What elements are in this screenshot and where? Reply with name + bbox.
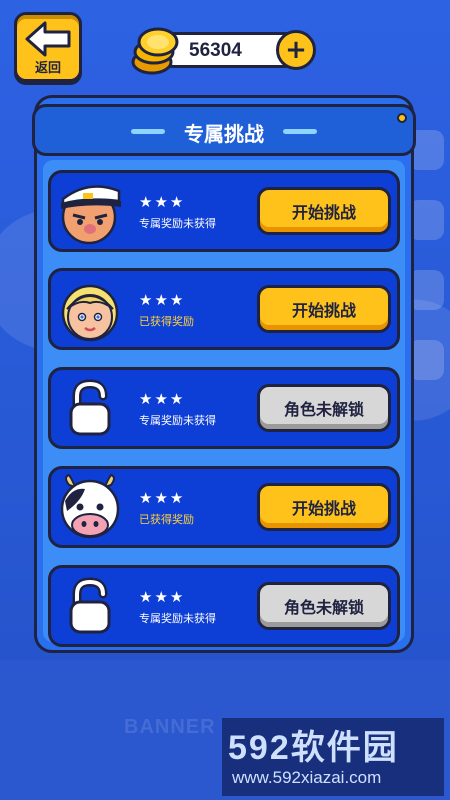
lock-icon [69, 577, 111, 634]
reward-status: 已获得奖励 [139, 513, 194, 526]
site-watermark: 592软件园 www.592xiazai.com [222, 718, 444, 796]
challenge-row: ★★★ 已获得奖励 开始挑战 [48, 466, 400, 548]
reward-status: 专属奖励未获得 [139, 612, 216, 625]
star-rating: ★★★ [139, 193, 186, 211]
back-button[interactable]: 返回 [14, 12, 82, 82]
challenge-row: ★★★ 专属奖励未获得 角色未解锁 [48, 565, 400, 647]
character-locked-button[interactable]: 角色未解锁 [257, 384, 391, 432]
banner-placeholder: BANNER [124, 716, 216, 738]
title-dot [397, 113, 407, 123]
start-challenge-button[interactable]: 开始挑战 [257, 187, 391, 235]
challenge-row: ★★★ 专属奖励未获得 开始挑战 [48, 170, 400, 252]
title-decoration-right [283, 129, 317, 134]
start-challenge-button[interactable]: 开始挑战 [257, 285, 391, 333]
star-rating: ★★★ [139, 390, 186, 408]
sailor-avatar-icon [61, 185, 121, 245]
coin-stack-icon [131, 27, 179, 75]
add-coins-button[interactable]: + [276, 30, 316, 70]
reward-status: 专属奖励未获得 [139, 414, 216, 427]
character-locked-button[interactable]: 角色未解锁 [257, 582, 391, 630]
reward-status: 专属奖励未获得 [139, 217, 216, 230]
panel-title-bar: 专属挑战 [32, 104, 416, 156]
back-label: 返回 [34, 61, 61, 76]
star-rating: ★★★ [139, 489, 186, 507]
star-rating: ★★★ [139, 291, 186, 309]
blonde-girl-avatar-icon [61, 284, 119, 342]
watermark-url: www.592xiazai.com [232, 768, 382, 787]
panel-title: 专属挑战 [184, 122, 264, 146]
cow-avatar-icon [60, 473, 120, 539]
watermark-brand: 592软件园 [228, 729, 399, 767]
back-arrow-icon [25, 21, 71, 57]
challenge-row: ★★★ 已获得奖励 开始挑战 [48, 268, 400, 350]
coin-amount: 56304 [189, 40, 242, 61]
reward-status: 已获得奖励 [139, 315, 194, 328]
challenge-row: ★★★ 专属奖励未获得 角色未解锁 [48, 367, 400, 449]
lock-icon [69, 379, 111, 436]
star-rating: ★★★ [139, 588, 186, 606]
start-challenge-button[interactable]: 开始挑战 [257, 483, 391, 531]
